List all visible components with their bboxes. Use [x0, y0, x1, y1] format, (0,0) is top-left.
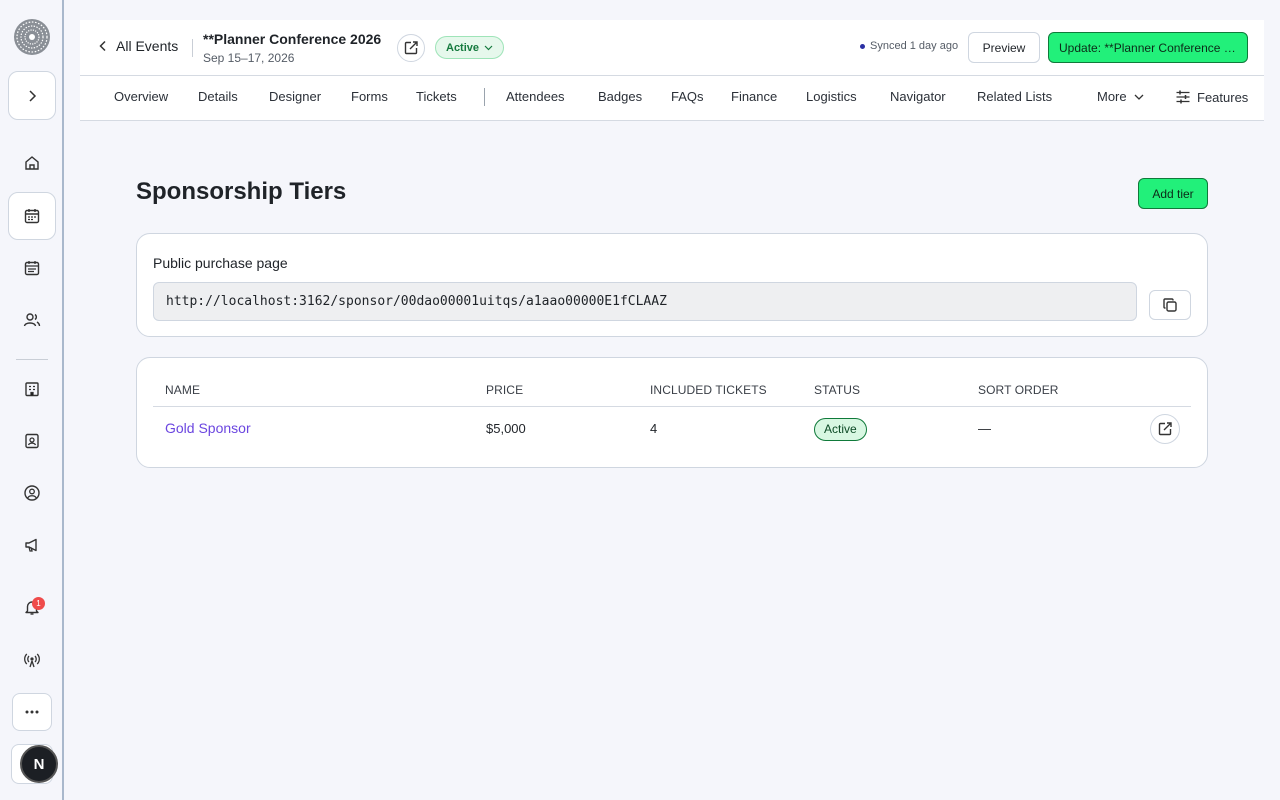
contact-card-icon — [23, 432, 41, 450]
external-link-icon — [1157, 421, 1173, 437]
left-rail: 1 N — [0, 0, 64, 800]
nav-broadcast[interactable] — [8, 638, 56, 682]
sync-status: Synced 1 day ago — [860, 40, 958, 52]
rail-divider — [16, 359, 48, 360]
nav-people[interactable] — [8, 298, 56, 342]
sync-status-label: Synced 1 day ago — [870, 40, 959, 52]
more-options-button[interactable] — [12, 693, 52, 731]
tab-designer[interactable]: Designer — [269, 89, 321, 104]
user-circle-icon — [23, 484, 41, 502]
purchase-url-field[interactable]: http://localhost:3162/sponsor/00dao00001… — [153, 282, 1137, 321]
features-label: Features — [1197, 89, 1249, 105]
tiers-table-card: NAME PRICE INCLUDED TICKETS STATUS SORT … — [136, 357, 1208, 468]
megaphone-icon — [23, 536, 41, 554]
nav-campaigns[interactable] — [8, 523, 56, 567]
chevron-right-icon — [25, 89, 39, 103]
header-divider-line — [80, 75, 1264, 76]
features-button[interactable]: Features — [1175, 89, 1248, 105]
event-status-dropdown[interactable]: Active — [435, 36, 505, 59]
preview-button[interactable]: Preview — [968, 32, 1040, 63]
open-event-site-button[interactable] — [397, 34, 425, 62]
external-link-icon — [403, 40, 419, 56]
event-header: All Events **Planner Conference 2026 Sep… — [80, 20, 1264, 121]
ellipsis-icon — [24, 709, 40, 715]
nav-schedule[interactable] — [8, 246, 56, 290]
nav-home[interactable] — [8, 141, 56, 185]
home-icon — [23, 154, 41, 172]
more-tab-label: More — [1097, 89, 1127, 104]
page-title: Sponsorship Tiers — [136, 178, 347, 205]
tab-faqs[interactable]: FAQs — [671, 89, 704, 104]
tab-attendees[interactable]: Attendees — [506, 89, 565, 104]
event-title: **Planner Conference 2026 — [203, 31, 382, 47]
tab-details[interactable]: Details — [198, 89, 238, 104]
tab-forms[interactable]: Forms — [351, 89, 388, 104]
broadcast-icon — [23, 651, 41, 669]
tab-logistics[interactable]: Logistics — [806, 89, 857, 104]
update-event-button[interactable]: Update: **Planner Conference 2026 — [1048, 32, 1248, 63]
public-purchase-card: Public purchase page http://localhost:31… — [136, 233, 1208, 337]
all-events-link[interactable]: All Events — [98, 38, 178, 54]
tabs-bottom-line — [80, 120, 1264, 121]
building-icon — [23, 380, 41, 398]
expand-sidebar-button[interactable] — [8, 71, 56, 120]
header-divider — [192, 39, 193, 57]
nav-notifications[interactable] — [8, 585, 56, 629]
avatar[interactable]: N — [20, 745, 58, 783]
nav-account[interactable] — [8, 471, 56, 515]
calendar-icon — [23, 207, 41, 225]
table-header-divider — [153, 406, 1191, 407]
tab-more-dropdown[interactable]: More — [1097, 89, 1144, 104]
status-badge: Active — [814, 418, 867, 441]
copy-url-button[interactable] — [1149, 290, 1191, 320]
column-header-status: STATUS — [814, 383, 861, 397]
chevron-down-icon — [484, 45, 493, 51]
nav-events[interactable] — [8, 192, 56, 240]
tier-name-link[interactable]: Gold Sponsor — [165, 420, 251, 436]
chevron-left-icon — [98, 40, 108, 52]
tab-finance[interactable]: Finance — [731, 89, 777, 104]
tier-included-tickets: 4 — [650, 421, 658, 436]
calendar-list-icon — [23, 259, 41, 277]
nav-contacts[interactable] — [8, 419, 56, 463]
sliders-icon — [1175, 89, 1191, 105]
copy-icon — [1162, 297, 1178, 313]
column-header-price: PRICE — [486, 383, 524, 397]
column-header-name: NAME — [165, 383, 201, 397]
event-dates: Sep 15–17, 2026 — [203, 51, 295, 65]
event-status-label: Active — [446, 41, 480, 54]
users-icon — [23, 311, 41, 329]
tab-badges[interactable]: Badges — [598, 89, 642, 104]
tab-tickets[interactable]: Tickets — [416, 89, 457, 104]
tab-related-lists[interactable]: Related Lists — [977, 89, 1052, 104]
notification-count-badge: 1 — [32, 597, 45, 610]
user-menu[interactable]: N — [11, 744, 58, 784]
tier-price: $5,000 — [486, 421, 526, 436]
sync-dot-icon — [860, 43, 865, 49]
add-tier-button[interactable]: Add tier — [1138, 178, 1208, 209]
column-header-included-tickets: INCLUDED TICKETS — [650, 383, 767, 397]
update-event-label: Update: **Planner Conference 2026 — [1059, 40, 1237, 55]
chevron-down-icon — [1134, 94, 1144, 100]
nav-venues[interactable] — [8, 367, 56, 411]
tab-overview[interactable]: Overview — [114, 89, 168, 104]
all-events-label: All Events — [116, 38, 179, 54]
app-logo-icon[interactable] — [13, 18, 51, 56]
tab-separator — [484, 88, 485, 106]
tier-sort-order: — — [978, 421, 991, 436]
public-purchase-label: Public purchase page — [153, 255, 288, 271]
column-header-sort-order: SORT ORDER — [978, 383, 1059, 397]
tab-navigator[interactable]: Navigator — [890, 89, 946, 104]
open-tier-button[interactable] — [1150, 414, 1180, 444]
